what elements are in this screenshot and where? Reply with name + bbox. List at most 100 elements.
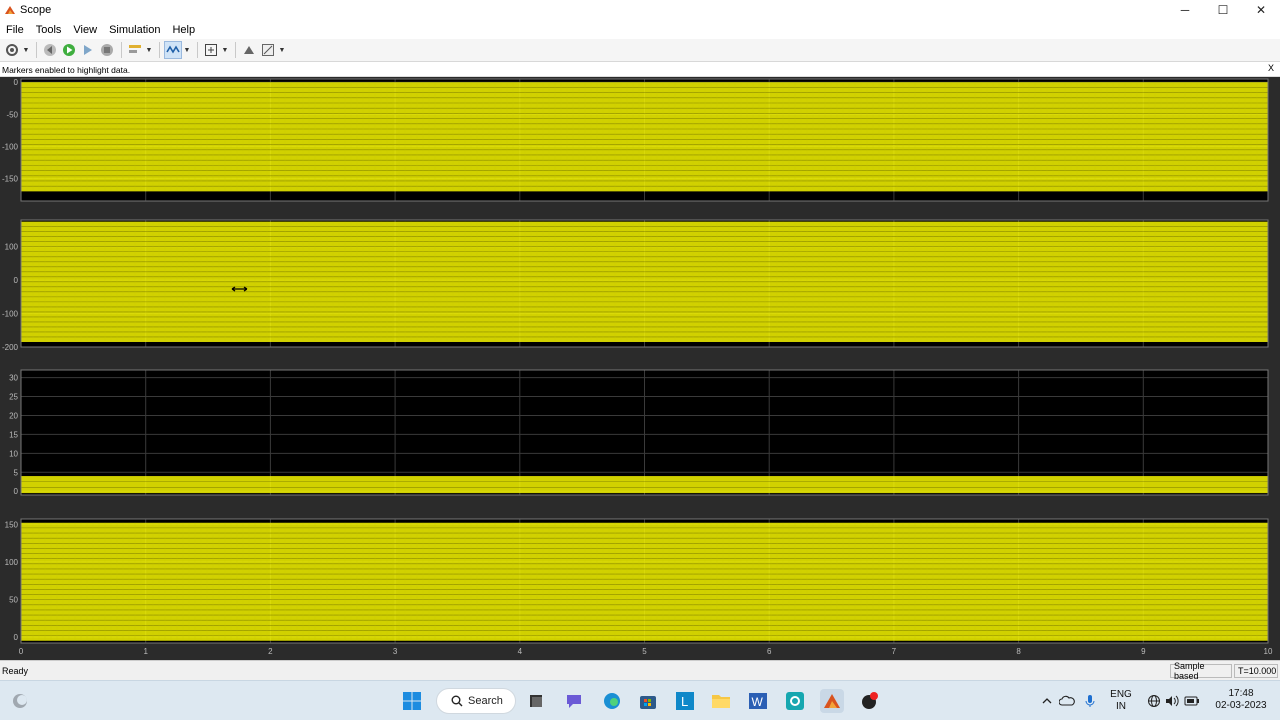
info-message: Markers enabled to highlight data. — [2, 64, 131, 75]
matlab-icon[interactable] — [820, 689, 844, 713]
toolbar-separator — [121, 42, 122, 58]
clock[interactable]: 17:48 02-03-2023 — [1205, 688, 1277, 712]
settings-dropdown-icon[interactable]: ▼ — [22, 47, 30, 54]
step-back-icon[interactable] — [41, 41, 59, 59]
title-bar: Scope ─ ☐ ✕ — [0, 0, 1280, 20]
svg-text:W: W — [752, 695, 764, 709]
maximize-button[interactable]: ☐ — [1204, 0, 1242, 20]
signal-band — [21, 522, 1268, 641]
chat-icon[interactable] — [562, 689, 586, 713]
triggers-icon[interactable] — [164, 41, 182, 59]
search-label: Search — [468, 695, 503, 707]
y-tick-label: 10 — [9, 449, 18, 458]
edge-icon[interactable] — [600, 689, 624, 713]
y-tick-label: 5 — [14, 468, 19, 477]
taskbar-search[interactable]: Search — [436, 688, 516, 714]
y-tick-label: 25 — [9, 393, 18, 402]
run-icon[interactable] — [60, 41, 78, 59]
step-forward-icon[interactable] — [79, 41, 97, 59]
menu-help[interactable]: Help — [166, 24, 201, 36]
zoom-fit-icon[interactable] — [202, 41, 220, 59]
x-tick-label: 1 — [143, 647, 148, 656]
y-tick-label: -50 — [6, 110, 18, 119]
y-tick-label: 0 — [14, 276, 19, 285]
matlab-icon — [5, 6, 15, 14]
y-tick-label: -100 — [2, 310, 19, 319]
x-tick-label: 0 — [19, 647, 24, 656]
word-icon[interactable]: W — [746, 689, 770, 713]
task-view-icon[interactable] — [524, 689, 548, 713]
y-tick-label: 150 — [5, 520, 19, 529]
menu-simulation[interactable]: Simulation — [103, 24, 166, 36]
y-tick-label: 15 — [9, 430, 18, 439]
x-tick-label: 4 — [518, 647, 523, 656]
y-tick-label: 30 — [9, 374, 18, 383]
zoom-dropdown-icon[interactable]: ▼ — [221, 47, 229, 54]
window-controls: ─ ☐ ✕ — [1166, 0, 1280, 20]
y-tick-label: 0 — [14, 633, 19, 642]
x-tick-label: 7 — [892, 647, 897, 656]
status-bar: Ready Sample based T=10.000 — [0, 660, 1280, 681]
status-mode: Sample based — [1170, 661, 1232, 681]
store-icon[interactable] — [636, 689, 660, 713]
y-tick-label: 100 — [5, 243, 19, 252]
y-tick-label: 0 — [14, 487, 19, 496]
toolbar-separator — [36, 42, 37, 58]
search-icon — [451, 695, 463, 707]
measure-icon[interactable] — [259, 41, 277, 59]
taskbar: Search L W ENG IN 17:48 02-03-2023 — [0, 680, 1280, 720]
signal-band — [21, 476, 1268, 494]
x-tick-label: 6 — [767, 647, 772, 656]
toolbar-separator — [235, 42, 236, 58]
info-bar: Markers enabled to highlight data. X — [0, 63, 1280, 77]
signal-band — [21, 82, 1268, 192]
windows-start-icon[interactable] — [400, 689, 424, 713]
highlight-icon[interactable] — [126, 41, 144, 59]
battery-icon[interactable] — [1180, 689, 1204, 713]
y-tick-label: -100 — [2, 142, 19, 151]
x-tick-label: 5 — [642, 647, 647, 656]
x-tick-label: 2 — [268, 647, 273, 656]
clock-date: 02-03-2023 — [1215, 700, 1267, 711]
menu-view[interactable]: View — [67, 24, 103, 36]
l-app-icon[interactable]: L — [673, 689, 697, 713]
measure-dropdown-icon[interactable]: ▼ — [278, 47, 286, 54]
stop-icon[interactable] — [98, 41, 116, 59]
app-icon[interactable] — [783, 689, 807, 713]
x-tick-label: 9 — [1141, 647, 1146, 656]
scope-plots: 0-50-100-1501000-100-2003025201510501501… — [2, 78, 1273, 656]
highlight-dropdown-icon[interactable]: ▼ — [145, 47, 153, 54]
x-tick-label: 3 — [393, 647, 398, 656]
close-button[interactable]: ✕ — [1242, 0, 1280, 20]
language-label: ENG — [1110, 689, 1132, 700]
toolbar-separator — [197, 42, 198, 58]
menu-tools[interactable]: Tools — [30, 24, 68, 36]
svg-text:L: L — [681, 694, 688, 709]
status-time: T=10.000 — [1234, 664, 1278, 678]
clock-time: 17:48 — [1228, 688, 1254, 699]
window-title: Scope — [20, 4, 52, 16]
info-close-button[interactable]: X — [1268, 63, 1274, 73]
settings-icon[interactable] — [3, 41, 21, 59]
y-tick-label: 100 — [5, 558, 19, 567]
style-icon[interactable] — [240, 41, 258, 59]
menu-file[interactable]: File — [0, 24, 30, 36]
microphone-icon[interactable] — [1078, 689, 1102, 713]
onedrive-icon[interactable] — [1055, 689, 1079, 713]
toolbar: ▼ ▼ ▼ ▼ ▼ — [0, 39, 1280, 62]
toolbar-separator — [159, 42, 160, 58]
scope-area: 0 -50 -100 -150 100 0 -100 -200 30 25 20 15 10 5 0 150 1… — [0, 77, 1280, 660]
minimize-button[interactable]: ─ — [1166, 0, 1204, 20]
weather-icon[interactable] — [8, 689, 32, 713]
triggers-dropdown-icon[interactable]: ▼ — [183, 47, 191, 54]
region-label: IN — [1116, 701, 1126, 712]
file-explorer-icon[interactable] — [709, 689, 733, 713]
y-tick-label: 50 — [9, 595, 18, 604]
status-ready: Ready — [2, 665, 29, 676]
language-indicator[interactable]: ENG IN — [1106, 689, 1136, 713]
recorder-icon[interactable] — [857, 689, 881, 713]
menu-bar: File Tools View Simulation Help — [0, 20, 1280, 39]
x-tick-label: 10 — [1264, 647, 1273, 656]
y-tick-label: 0 — [14, 78, 19, 87]
x-tick-label: 8 — [1016, 647, 1021, 656]
